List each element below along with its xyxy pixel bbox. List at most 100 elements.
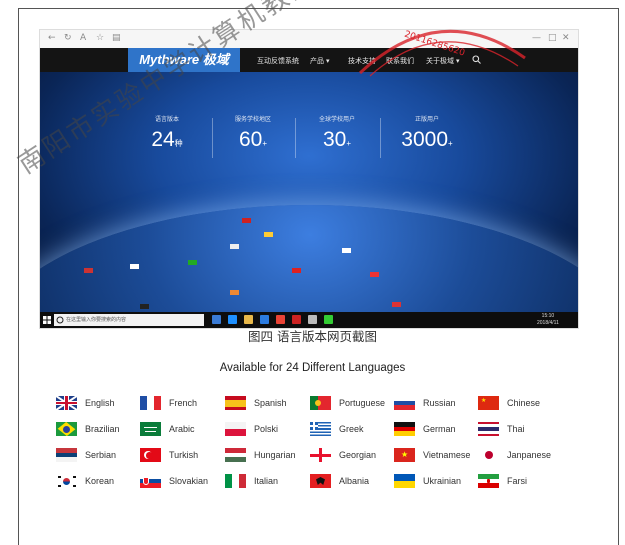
language-item: Ukrainian — [394, 472, 461, 490]
ru-flag-icon — [394, 396, 415, 410]
language-name: Ukrainian — [423, 476, 462, 486]
language-name: Korean — [85, 476, 115, 486]
nav-item-products[interactable]: 产品 ▾ — [310, 56, 329, 66]
language-item: Polski — [225, 420, 278, 438]
kr-flag-icon — [56, 474, 77, 488]
globe-image — [40, 205, 578, 328]
flag-pin — [84, 268, 93, 273]
windows-start-icon[interactable] — [43, 316, 51, 324]
tr-flag-icon — [140, 448, 161, 462]
language-name: Farsi — [507, 476, 527, 486]
es-flag-icon — [225, 396, 246, 410]
task-view-icon[interactable] — [212, 315, 221, 324]
language-item: Janpanese — [478, 446, 551, 464]
language-name: English — [85, 398, 115, 408]
language-item: Turkish — [140, 446, 198, 464]
language-item: Hungarian — [225, 446, 296, 464]
language-name: Serbian — [85, 450, 117, 460]
refresh-icon[interactable]: ↻ — [64, 33, 72, 43]
close-icon[interactable]: ✕ — [562, 33, 570, 43]
favorite-icon[interactable]: ☆ — [96, 33, 104, 43]
language-item: Georgian — [310, 446, 376, 464]
flag-pin — [230, 244, 239, 249]
flag-pin — [292, 268, 301, 273]
flag-pin — [188, 260, 197, 265]
language-name: Turkish — [169, 450, 199, 460]
language-name: Spanish — [254, 398, 287, 408]
calculator-icon[interactable] — [308, 315, 317, 324]
maximize-icon[interactable]: □ — [548, 33, 557, 43]
flag-pin — [370, 272, 379, 277]
language-name: Greek — [339, 424, 364, 434]
language-item: Portuguese — [310, 394, 385, 412]
language-item: ★ Chinese — [478, 394, 540, 412]
language-item: Russian — [394, 394, 456, 412]
vn-flag-icon: ★ — [394, 448, 415, 462]
jp-flag-icon — [478, 448, 499, 462]
language-name: Polski — [254, 424, 279, 434]
ge-flag-icon — [310, 448, 331, 462]
pt-flag-icon — [310, 396, 331, 410]
nav-item-feedback[interactable]: 互动反馈系统 — [257, 56, 299, 66]
sk-flag-icon — [140, 474, 161, 488]
language-item: Brazilian — [56, 420, 120, 438]
language-item: English — [56, 394, 115, 412]
stat-users: 正版用户 3000+ — [401, 117, 453, 151]
flag-pin — [342, 248, 351, 253]
th-flag-icon — [478, 422, 499, 436]
taskbar-clock: 15:10 2018/4/11 — [537, 313, 559, 326]
language-item: Italian — [225, 472, 278, 490]
language-item: Albania — [310, 472, 369, 490]
taskbar-search-input[interactable]: 在这里输入你要搜索的内容 — [54, 314, 204, 326]
app-icon[interactable] — [292, 315, 301, 324]
language-name: Georgian — [339, 450, 377, 460]
uk-flag-icon — [56, 396, 77, 410]
br-flag-icon — [56, 422, 77, 436]
ir-flag-icon — [478, 474, 499, 488]
de-flag-icon — [394, 422, 415, 436]
tabs-icon[interactable]: ▤ — [112, 33, 121, 43]
language-name: Vietnamese — [423, 450, 471, 460]
edge-icon[interactable] — [228, 315, 237, 324]
figure-caption: 图四 语言版本网页截图 — [248, 329, 377, 344]
language-item: Thai — [478, 420, 525, 438]
wechat-icon[interactable] — [324, 315, 333, 324]
sa-flag-icon — [140, 422, 161, 436]
search-placeholder: 在这里输入你要搜索的内容 — [66, 317, 127, 323]
language-name: Albania — [339, 476, 370, 486]
flag-pin — [140, 304, 149, 309]
store-icon[interactable] — [260, 315, 269, 324]
language-item: Serbian — [56, 446, 116, 464]
language-item: Arabic — [140, 420, 195, 438]
al-flag-icon — [310, 474, 331, 488]
language-name: German — [423, 424, 456, 434]
language-item: German — [394, 420, 456, 438]
flag-pin — [130, 264, 139, 269]
language-item: French — [140, 394, 197, 412]
back-icon[interactable]: ← — [48, 33, 56, 43]
fr-flag-icon — [140, 396, 161, 410]
pl-flag-icon — [225, 422, 246, 436]
language-name: Portuguese — [339, 398, 386, 408]
language-name: French — [169, 398, 198, 408]
language-name: Janpanese — [507, 450, 552, 460]
file-explorer-icon[interactable] — [244, 315, 253, 324]
language-item: Spanish — [225, 394, 287, 412]
official-seal-stamp: 20116285620 — [358, 30, 526, 77]
language-name: Thai — [507, 424, 525, 434]
flag-pin — [230, 290, 239, 295]
language-name: Arabic — [169, 424, 195, 434]
language-name: Hungarian — [254, 450, 296, 460]
flag-pin — [392, 302, 401, 307]
flag-pin — [242, 218, 251, 223]
flag-pin — [264, 232, 273, 237]
language-name: Slovakian — [169, 476, 209, 486]
language-name: Chinese — [507, 398, 541, 408]
chrome-icon[interactable] — [276, 315, 285, 324]
it-flag-icon — [225, 474, 246, 488]
ua-flag-icon — [394, 474, 415, 488]
reader-icon[interactable]: A — [80, 33, 86, 43]
language-item: ★ Vietnamese — [394, 446, 470, 464]
cortana-icon — [56, 316, 64, 324]
language-item: Korean — [56, 472, 114, 490]
